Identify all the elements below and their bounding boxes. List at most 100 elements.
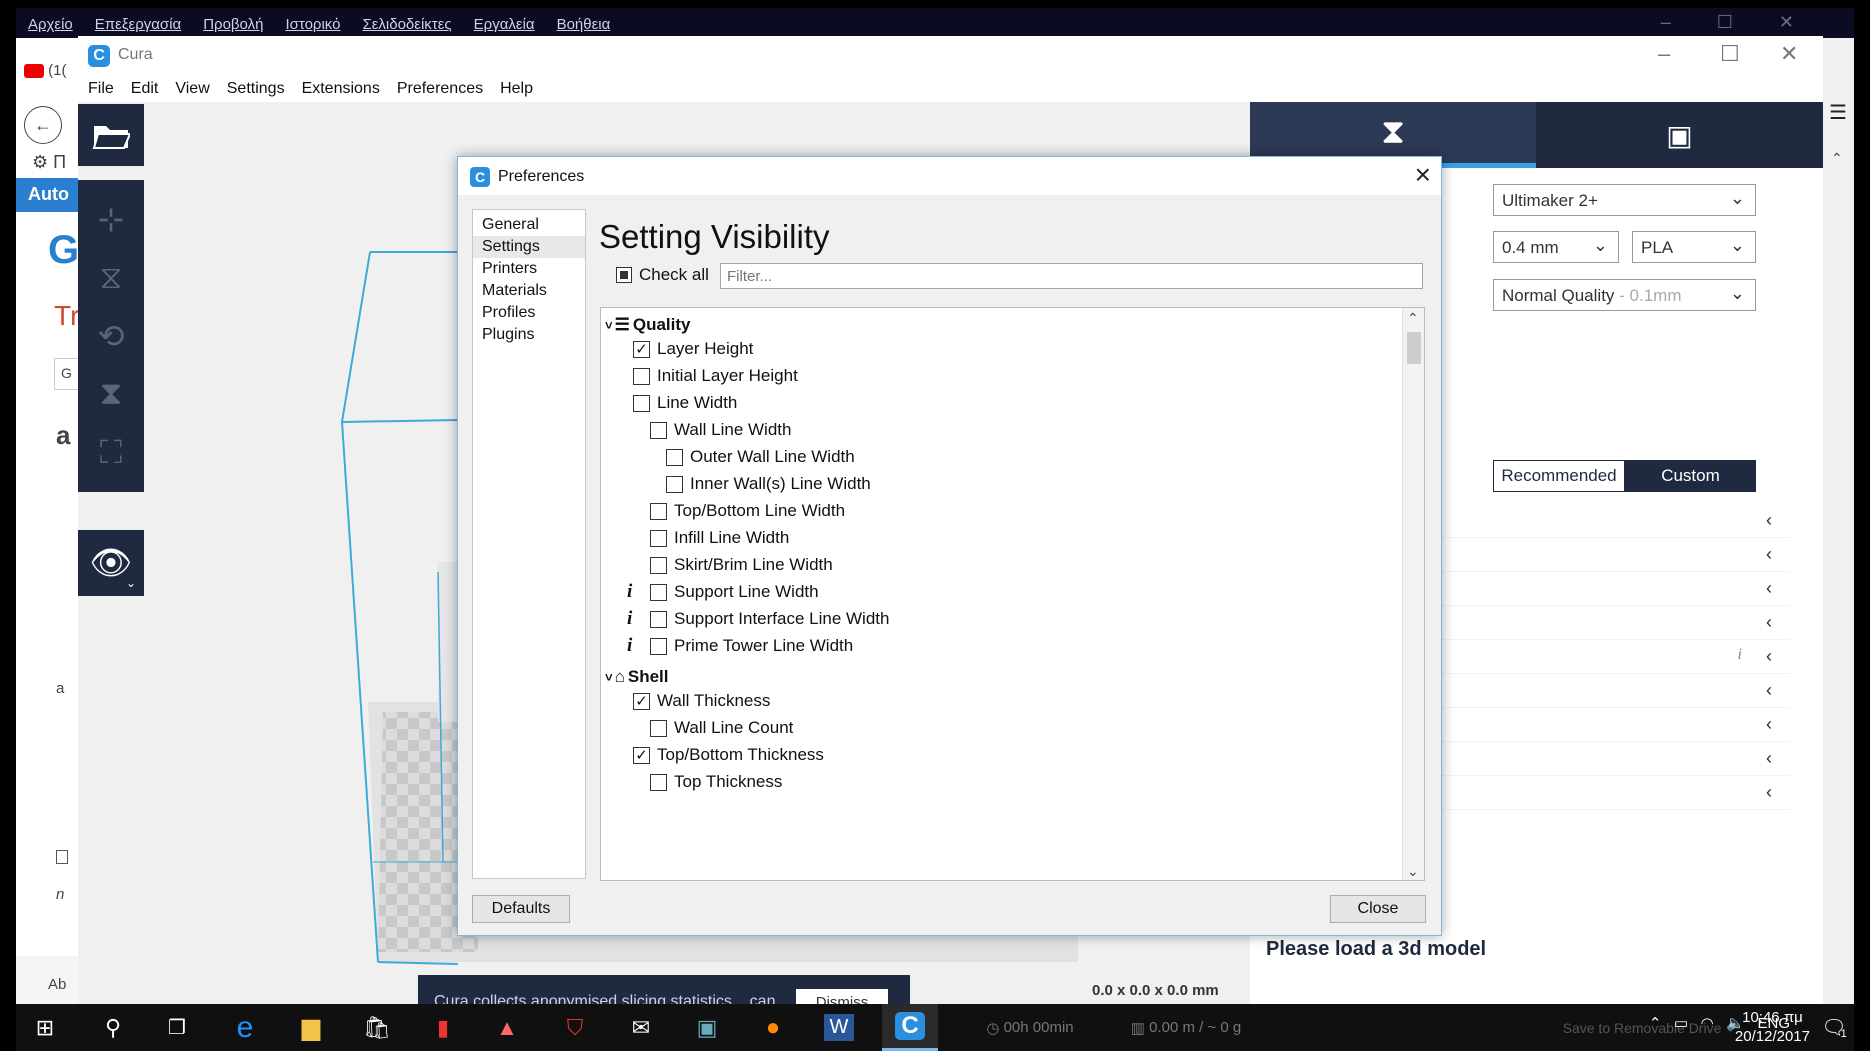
cura-taskbar-button[interactable]: C — [882, 1004, 938, 1051]
material-select[interactable]: PLA ⌄ — [1632, 231, 1756, 263]
firefox-window-controls[interactable]: –☐✕ — [1661, 12, 1840, 33]
setting-row[interactable]: ✓ Wall Thickness — [633, 688, 770, 714]
menu-preferences[interactable]: Preferences — [387, 74, 490, 98]
setting-row[interactable]: Top/Bottom Line Width — [650, 498, 845, 524]
firefox-button[interactable]: ● — [750, 1004, 796, 1051]
open-file-button[interactable] — [78, 104, 144, 166]
start-button[interactable]: ⊞ — [22, 1004, 68, 1051]
checkbox[interactable] — [650, 421, 667, 439]
antivirus-button[interactable]: ⛉ — [552, 1004, 598, 1051]
checkbox[interactable] — [666, 448, 683, 466]
edge-button[interactable]: e — [222, 1004, 268, 1051]
checkbox[interactable]: ✓ — [633, 746, 650, 764]
checkbox-partial[interactable] — [616, 267, 632, 283]
setting-row[interactable]: Line Width — [633, 390, 737, 416]
battery-icon[interactable]: ▭ — [1674, 1015, 1688, 1032]
setting-row[interactable]: ✓ Top/Bottom Thickness — [633, 742, 824, 768]
info-icon[interactable]: i — [627, 608, 632, 630]
app-button[interactable]: ▲ — [484, 1004, 530, 1051]
ff-menu-view[interactable]: Προβολή — [191, 8, 273, 33]
category-quality[interactable]: ˅ ☰ Quality — [605, 312, 690, 338]
checkbox[interactable] — [650, 583, 667, 601]
setting-row[interactable]: Skirt/Brim Line Width — [650, 552, 833, 578]
mirror-tool-icon[interactable]: ⧗ — [100, 375, 122, 413]
recommended-mode-button[interactable]: Recommended — [1493, 460, 1625, 492]
setting-row[interactable]: Outer Wall Line Width — [666, 444, 855, 470]
nav-profiles[interactable]: Profiles — [473, 302, 585, 324]
checkbox-fragment[interactable] — [56, 850, 68, 864]
quality-select[interactable]: Normal Quality - 0.1mm ⌄ — [1493, 279, 1756, 311]
checkbox[interactable] — [650, 719, 667, 737]
custom-mode-button[interactable]: Custom — [1625, 460, 1756, 492]
close-button[interactable]: Close — [1330, 895, 1426, 923]
menu-help[interactable]: Help — [490, 74, 540, 98]
scroll-up-icon[interactable]: ⌃ — [1831, 150, 1843, 167]
gear-icon[interactable]: ⚙ Π — [32, 152, 66, 173]
menu-edit[interactable]: Edit — [121, 74, 166, 98]
nav-printers[interactable]: Printers — [473, 258, 585, 280]
close-icon[interactable]: × — [1415, 159, 1431, 191]
firefox-scroll-area[interactable]: ☰ ⌃ — [1820, 38, 1854, 1008]
tab-monitor[interactable]: ▣ — [1536, 102, 1823, 168]
setting-row[interactable]: Infill Line Width — [650, 525, 789, 551]
list-scrollbar[interactable]: ⌃ ⌄ — [1402, 308, 1424, 880]
defaults-button[interactable]: Defaults — [472, 895, 570, 923]
setting-row[interactable]: Top Thickness — [650, 769, 782, 795]
menu-extensions[interactable]: Extensions — [292, 74, 387, 98]
mail-button[interactable]: ✉ — [618, 1004, 664, 1051]
setting-row[interactable]: Inner Wall(s) Line Width — [666, 471, 871, 497]
ff-menu-history[interactable]: Ιστορικό — [273, 8, 350, 33]
check-all-checkbox[interactable]: Check all — [616, 265, 709, 285]
system-clock[interactable]: 10:46 πμ 20/12/2017 — [1735, 1008, 1810, 1046]
word-button[interactable]: W — [816, 1004, 862, 1051]
ff-menu-file[interactable]: Αρχείο — [16, 8, 83, 33]
info-icon[interactable]: i — [627, 635, 632, 657]
close-icon[interactable]: ✕ — [1780, 41, 1798, 67]
printer-select[interactable]: Ultimaker 2+ ⌄ — [1493, 184, 1756, 216]
setting-row[interactable]: Initial Layer Height — [633, 363, 798, 389]
menu-file[interactable]: File — [78, 74, 121, 98]
checkbox[interactable]: ✓ — [633, 692, 650, 710]
setting-row[interactable]: Support Line Width — [650, 579, 819, 605]
ff-menu-help[interactable]: Βοήθεια — [545, 8, 621, 33]
info-icon[interactable]: i — [627, 581, 632, 603]
menu-view[interactable]: View — [165, 74, 216, 98]
menu-settings[interactable]: Settings — [217, 74, 292, 98]
store-button[interactable]: 🛍 — [354, 1004, 400, 1051]
checkbox[interactable] — [650, 610, 667, 628]
checkbox[interactable] — [666, 475, 683, 493]
checkbox[interactable] — [650, 502, 667, 520]
task-view-button[interactable]: ❐ — [154, 1004, 200, 1051]
setting-row[interactable]: Wall Line Width — [650, 417, 791, 443]
checkbox[interactable] — [633, 394, 650, 412]
ff-menu-bookmarks[interactable]: Σελιδοδείκτες — [350, 8, 461, 33]
nav-plugins[interactable]: Plugins — [473, 324, 585, 346]
setting-row[interactable]: ✓ Layer Height — [633, 336, 753, 362]
checkbox[interactable]: ✓ — [633, 340, 650, 358]
app-button[interactable]: ▮ — [420, 1004, 466, 1051]
view-mode-button[interactable]: 👁 ⌄ — [78, 530, 144, 596]
chevron-up-icon[interactable]: ⌃ — [1649, 1015, 1662, 1032]
checkbox[interactable] — [650, 556, 667, 574]
checkbox[interactable] — [650, 773, 667, 791]
filter-input[interactable] — [720, 263, 1423, 289]
setting-row[interactable]: Prime Tower Line Width — [650, 633, 853, 659]
maximize-icon[interactable]: ☐ — [1720, 41, 1740, 67]
scrollbar-thumb[interactable] — [1407, 332, 1421, 364]
checkbox[interactable] — [650, 529, 667, 547]
nav-general[interactable]: General — [473, 214, 585, 236]
app-button[interactable]: ▣ — [684, 1004, 730, 1051]
checkbox[interactable] — [633, 367, 650, 385]
minimize-icon[interactable]: – — [1658, 41, 1670, 67]
category-shell[interactable]: ˅ ⌂ Shell — [605, 664, 669, 690]
nozzle-select[interactable]: 0.4 mm ⌄ — [1493, 231, 1619, 263]
wifi-icon[interactable]: ◠ — [1701, 1015, 1714, 1032]
setting-row[interactable]: Wall Line Count — [650, 715, 793, 741]
rotate-tool-icon[interactable]: ⟲ — [98, 317, 125, 355]
file-explorer-button[interactable]: ▆ — [288, 1004, 334, 1051]
search-button[interactable]: ⚲ — [90, 1004, 136, 1051]
scroll-down-icon[interactable]: ⌄ — [1407, 863, 1419, 880]
scale-tool-icon[interactable]: ⧖ — [100, 259, 122, 297]
scroll-up-icon[interactable]: ⌃ — [1407, 310, 1419, 327]
checkbox[interactable] — [650, 637, 667, 655]
